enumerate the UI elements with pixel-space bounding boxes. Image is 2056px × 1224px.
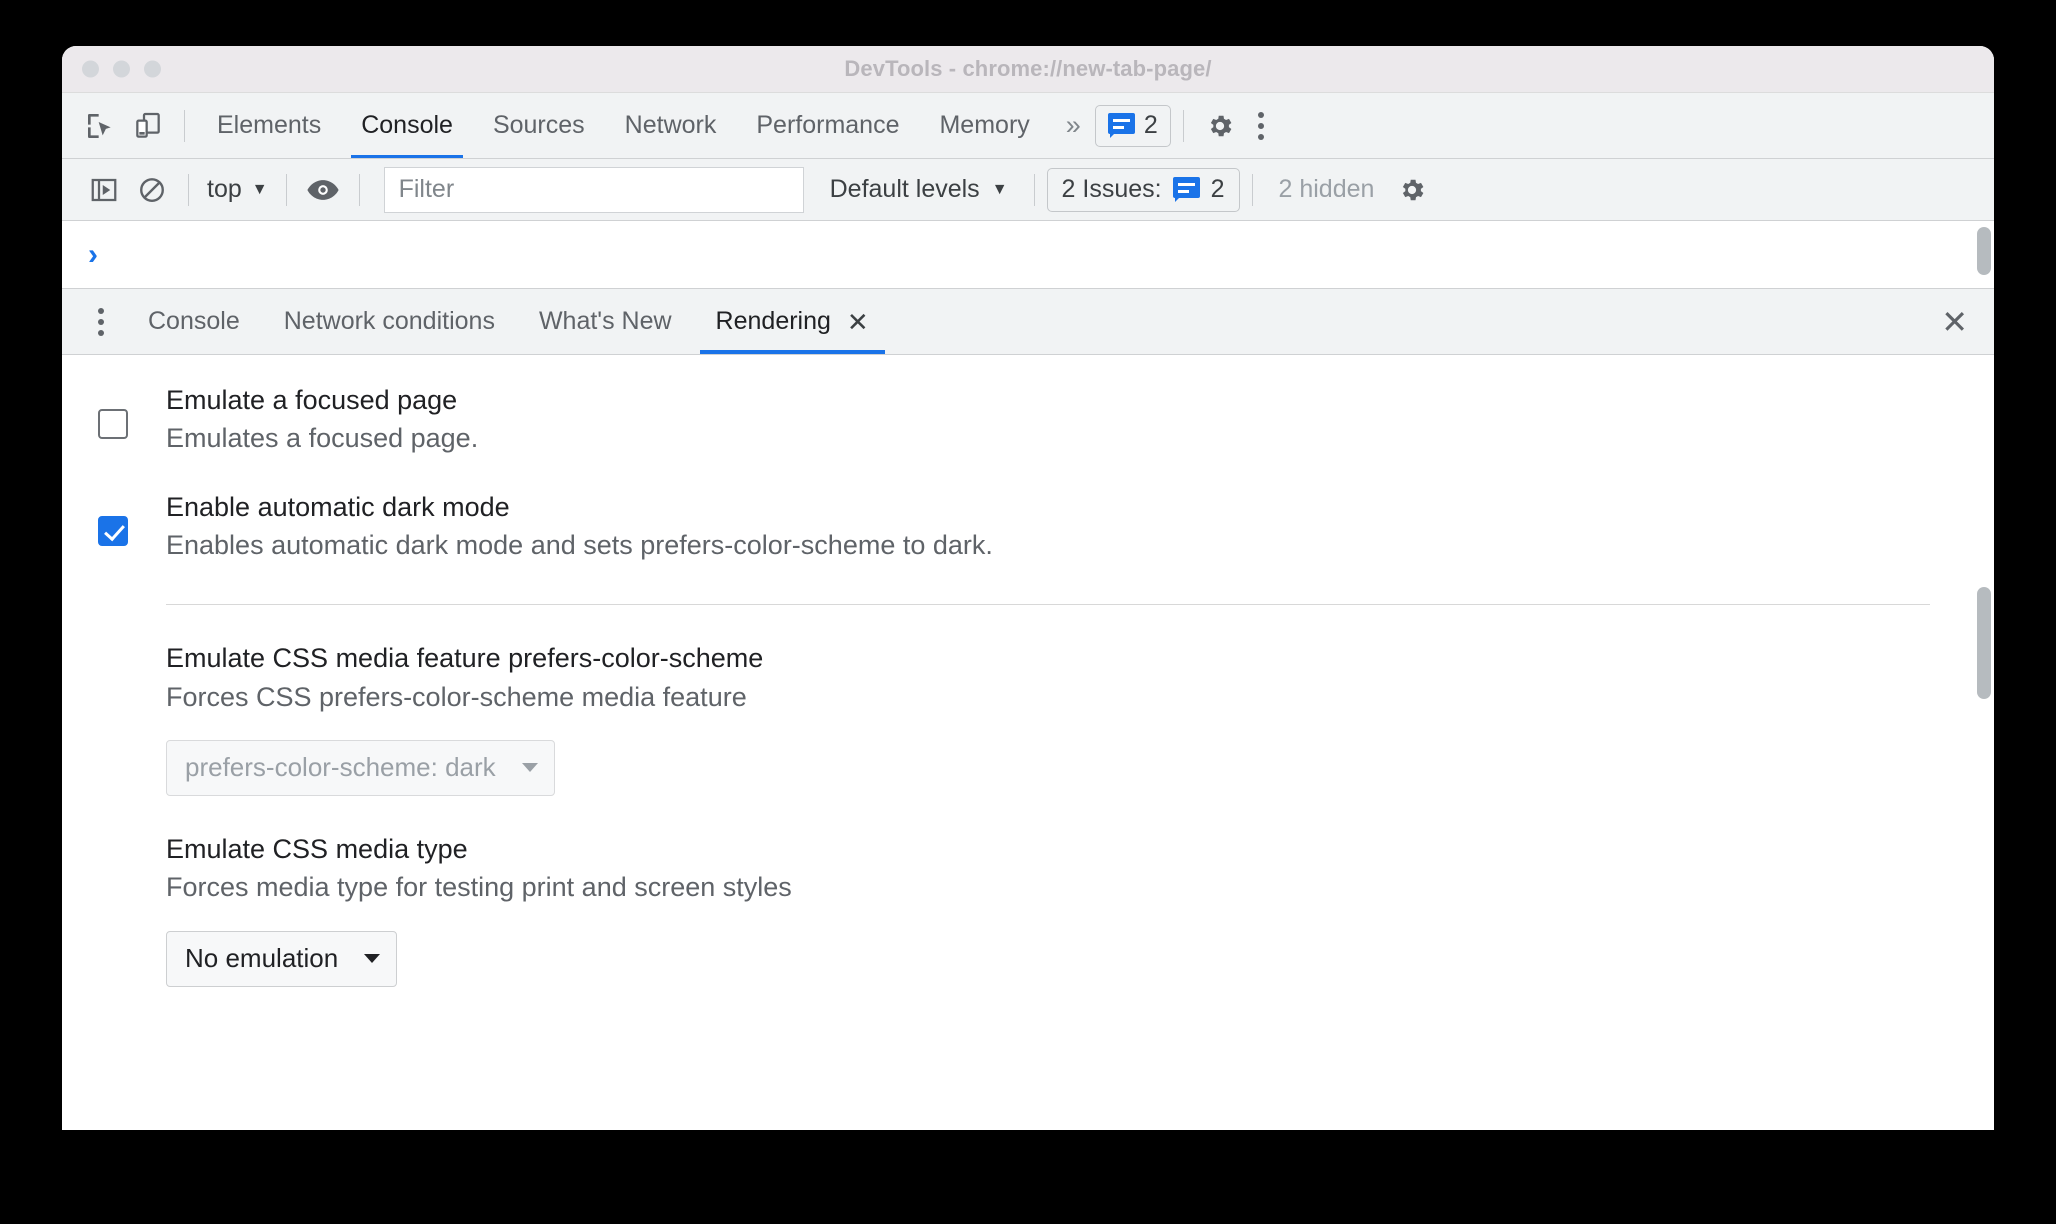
live-expression-icon[interactable] <box>299 166 347 214</box>
setting-emulate-focused-page[interactable]: Emulate a focused page Emulates a focuse… <box>98 381 1958 458</box>
close-drawer-icon[interactable]: ✕ <box>1941 306 1968 338</box>
issue-bubble-icon <box>1107 113 1135 138</box>
console-divider-2 <box>285 173 287 206</box>
tab-label: Console <box>361 111 453 139</box>
checkbox-emulate-focused-page[interactable] <box>98 409 128 439</box>
issues-counter-button[interactable]: 2 <box>1094 104 1171 147</box>
tab-label: Elements <box>217 111 322 139</box>
select-css-media-type[interactable]: No emulation <box>166 930 398 987</box>
chevron-down-icon: ▼ <box>991 180 1008 198</box>
console-divider-3 <box>358 173 360 206</box>
close-window-button[interactable] <box>82 60 99 78</box>
toolbar-divider <box>184 109 185 142</box>
maximize-window-button[interactable] <box>144 60 161 78</box>
tab-sources[interactable]: Sources <box>473 93 605 158</box>
issues-count: 2 <box>1143 111 1158 139</box>
rendering-panel: Emulate a focused page Emulates a focuse… <box>62 355 1994 1130</box>
console-output-area[interactable]: › <box>62 221 1994 289</box>
group-css-media-type: Emulate CSS media type Forces media type… <box>166 830 1958 987</box>
chevron-down-icon <box>521 763 538 773</box>
console-divider-4 <box>1033 173 1035 206</box>
drawer-tab-label: Network conditions <box>283 307 495 335</box>
kebab-menu-icon[interactable] <box>1244 111 1278 140</box>
checkbox-automatic-dark-mode[interactable] <box>98 515 128 546</box>
group-description: Forces CSS prefers-color-scheme media fe… <box>166 681 747 712</box>
console-settings-gear-icon[interactable] <box>1388 166 1436 214</box>
console-scrollbar-thumb[interactable] <box>1977 227 1991 275</box>
setting-description: Enables automatic dark mode and sets pre… <box>166 529 993 560</box>
window-traffic-lights <box>82 60 161 78</box>
main-tabbar: Elements Console Sources Network Perform… <box>62 93 1994 159</box>
tab-label: Performance <box>756 111 900 139</box>
window-title: DevTools - chrome://new-tab-page/ <box>844 56 1212 81</box>
setting-description: Emulates a focused page. <box>166 423 479 454</box>
drawer-kebab-menu-icon[interactable] <box>76 307 126 336</box>
execution-context-selector[interactable]: top ▼ <box>201 175 274 204</box>
tab-console[interactable]: Console <box>341 93 473 158</box>
setting-title: Emulate a focused page <box>166 385 458 415</box>
group-prefers-color-scheme: Emulate CSS media feature prefers-color-… <box>166 639 1958 796</box>
log-levels-value: Default levels <box>829 175 980 203</box>
console-sidebar-icon[interactable] <box>80 166 128 214</box>
drawer-tab-label: Rendering <box>715 307 831 335</box>
console-toolbar: top ▼ Filter Default levels ▼ 2 Issues: … <box>62 159 1994 221</box>
section-divider <box>166 604 1930 606</box>
drawer-tab-whats-new[interactable]: What's New <box>517 289 694 354</box>
drawer-tabbar: Console Network conditions What's New Re… <box>62 289 1994 355</box>
tab-label: Memory <box>939 111 1030 139</box>
tab-performance[interactable]: Performance <box>736 93 919 158</box>
drawer-tab-label: Console <box>148 307 240 335</box>
setting-title: Enable automatic dark mode <box>166 491 510 522</box>
tab-label: Sources <box>492 111 585 139</box>
more-tabs-icon[interactable]: » <box>1050 110 1095 141</box>
minimize-window-button[interactable] <box>113 60 130 78</box>
device-toolbar-icon[interactable] <box>124 102 172 150</box>
setting-automatic-dark-mode[interactable]: Enable automatic dark mode Enables autom… <box>98 488 1958 565</box>
drawer-tab-console[interactable]: Console <box>126 289 262 354</box>
execution-context-value: top <box>207 175 242 203</box>
drawer-tab-network-conditions[interactable]: Network conditions <box>262 289 517 354</box>
issues-toolbar-button[interactable]: 2 Issues: 2 <box>1046 167 1240 212</box>
issues-label: 2 Issues: <box>1061 175 1162 203</box>
hidden-messages-label: 2 hidden <box>1278 175 1375 203</box>
tab-label: Network <box>624 111 717 139</box>
console-divider-5 <box>1251 173 1253 206</box>
console-scrollbar[interactable] <box>1974 221 1994 288</box>
group-description: Forces media type for testing print and … <box>166 872 792 903</box>
issue-bubble-icon <box>1172 177 1200 202</box>
drawer-tab-rendering[interactable]: Rendering ✕ <box>694 289 891 354</box>
close-tab-icon[interactable]: ✕ <box>847 309 869 335</box>
rendering-scrollbar-thumb[interactable] <box>1977 587 1991 699</box>
log-levels-selector[interactable]: Default levels ▼ <box>816 175 1022 204</box>
filter-input[interactable]: Filter <box>383 166 804 213</box>
window-titlebar: DevTools - chrome://new-tab-page/ <box>62 46 1994 93</box>
tab-memory[interactable]: Memory <box>919 93 1049 158</box>
select-value: prefers-color-scheme: dark <box>185 752 496 783</box>
clear-console-icon[interactable] <box>128 166 176 214</box>
inspect-element-icon[interactable] <box>76 102 124 150</box>
chevron-down-icon: ▼ <box>251 180 268 198</box>
gear-icon[interactable] <box>1196 102 1244 150</box>
chevron-down-icon <box>364 954 381 964</box>
select-value: No emulation <box>185 943 339 974</box>
issues-count: 2 <box>1210 175 1225 203</box>
group-title: Emulate CSS media type <box>166 833 468 864</box>
rendering-scrollbar[interactable] <box>1974 355 1994 1130</box>
group-title: Emulate CSS media feature prefers-color-… <box>166 643 764 674</box>
select-prefers-color-scheme[interactable]: prefers-color-scheme: dark <box>166 739 555 796</box>
tab-elements[interactable]: Elements <box>197 93 341 158</box>
toolbar-divider-2 <box>1182 109 1184 142</box>
console-prompt-chevron-icon: › <box>88 237 98 271</box>
console-divider-1 <box>188 173 189 206</box>
devtools-window: DevTools - chrome://new-tab-page/ Elemen… <box>62 46 1994 1130</box>
drawer-tab-label: What's New <box>538 307 672 335</box>
tab-network[interactable]: Network <box>605 93 737 158</box>
